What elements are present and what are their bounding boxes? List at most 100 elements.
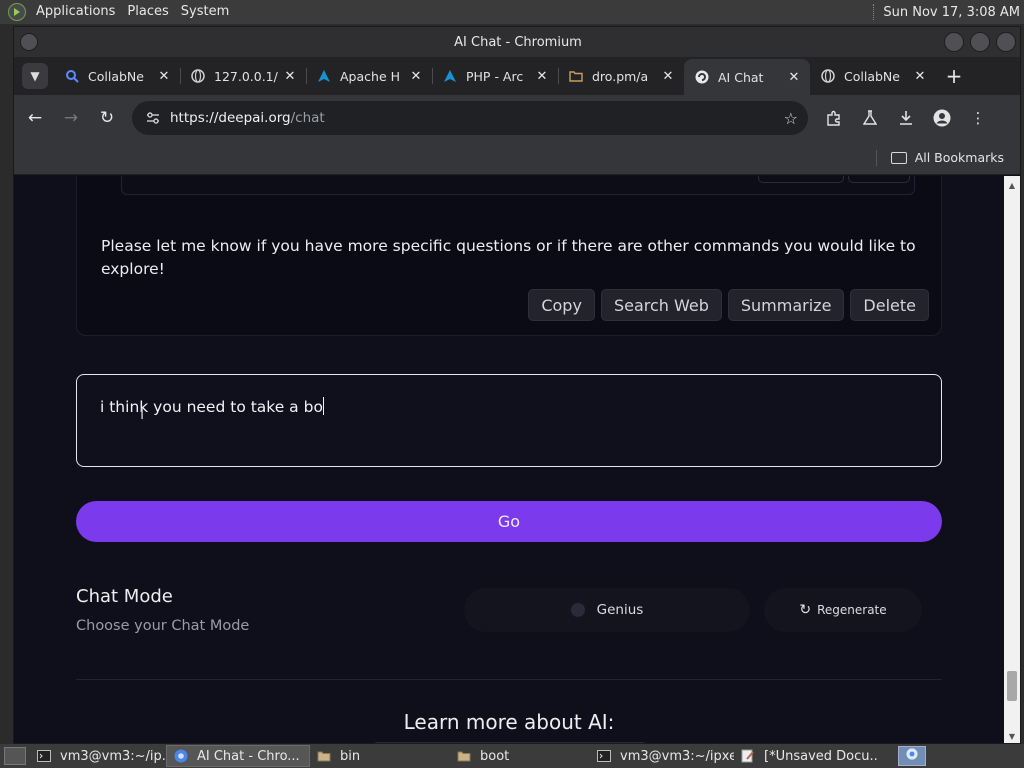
tab-apache[interactable]: Apache H ✕ <box>306 59 432 93</box>
code-action-button[interactable] <box>848 176 910 183</box>
ai-message-text: Please let me know if you have more spec… <box>101 237 916 278</box>
chromium-icon <box>173 749 189 763</box>
terminal-icon <box>596 749 612 763</box>
distro-logo-icon[interactable] <box>8 3 26 21</box>
mode-radio-icon <box>570 603 585 617</box>
minimize-button[interactable] <box>944 32 964 52</box>
summarize-button[interactable]: Summarize <box>727 289 845 321</box>
folder-icon <box>568 68 584 84</box>
applications-menu[interactable]: Applications <box>30 0 121 24</box>
text-caret <box>322 397 324 415</box>
task-label: AI Chat - Chro... <box>197 748 300 764</box>
url-host: https://deepai.org <box>170 110 291 126</box>
folder-icon <box>316 749 332 763</box>
scroll-thumb[interactable] <box>1007 671 1017 701</box>
folder-icon <box>456 749 472 763</box>
close-icon[interactable]: ✕ <box>156 68 172 84</box>
genius-mode-option[interactable]: Genius <box>464 588 750 632</box>
browser-window: AI Chat - Chromium ▼ CollabNe ✕ 127.0.0.… <box>13 26 1021 744</box>
window-title: AI Chat - Chromium <box>454 34 582 50</box>
clock[interactable]: Sun Nov 17, 3:08 AM <box>883 5 1020 20</box>
folder-icon <box>890 151 907 164</box>
site-settings-icon[interactable] <box>144 109 162 127</box>
tab-title: PHP - Arc <box>466 68 524 84</box>
regenerate-button[interactable]: ↻ Regenerate <box>764 588 922 632</box>
tab-php[interactable]: PHP - Arc ✕ <box>432 59 558 93</box>
delete-button[interactable]: Delete <box>850 289 929 321</box>
close-icon[interactable]: ✕ <box>534 68 550 84</box>
tab-search-button[interactable]: ▼ <box>22 63 48 89</box>
page-viewport: Please let me know if you have more spec… <box>14 176 1006 743</box>
taskbar-item-bin[interactable]: bin <box>310 745 450 767</box>
search-web-button[interactable]: Search Web <box>600 289 722 321</box>
workspace-switcher[interactable] <box>898 746 926 766</box>
task-label: vm3@vm3:~/ipxe <box>620 748 734 764</box>
address-bar[interactable]: https://deepai.org/chat ☆ <box>132 101 808 135</box>
code-copy-button[interactable] <box>758 176 844 183</box>
new-tab-button[interactable]: + <box>940 62 968 90</box>
scroll-up-icon[interactable]: ▲ <box>1004 178 1020 192</box>
show-desktop-button[interactable] <box>4 747 26 765</box>
labs-flask-icon[interactable] <box>852 103 888 133</box>
copy-button[interactable]: Copy <box>528 289 595 321</box>
window-menu-button[interactable] <box>20 33 38 51</box>
code-block <box>121 176 915 195</box>
close-icon[interactable]: ✕ <box>408 68 424 84</box>
places-menu[interactable]: Places <box>121 0 174 24</box>
chat-input[interactable]: i think you need to take a bo <box>76 374 942 467</box>
globe-icon <box>190 68 206 84</box>
maximize-button[interactable] <box>970 32 990 52</box>
bookmarks-separator <box>875 149 877 166</box>
scroll-down-icon[interactable]: ▼ <box>1004 729 1020 743</box>
tab-localhost[interactable]: 127.0.0.1/ ✕ <box>180 59 306 93</box>
close-icon[interactable]: ✕ <box>282 68 298 84</box>
learn-more-heading: Learn more about AI: <box>403 710 615 734</box>
download-icon[interactable] <box>888 103 924 133</box>
tab-title: Apache H <box>340 68 401 84</box>
close-icon[interactable]: ✕ <box>786 69 802 85</box>
back-button[interactable]: ← <box>20 103 50 133</box>
tab-dropm[interactable]: dro.pm/a ✕ <box>558 59 684 93</box>
tab-ai-chat[interactable]: AI Chat ✕ <box>684 59 810 95</box>
taskbar-item-terminal-1[interactable]: vm3@vm3:~/ip... <box>30 745 166 767</box>
taskbar-item-text-editor[interactable]: [*Unsaved Docu... <box>734 745 878 767</box>
tab-title: dro.pm/a <box>592 68 649 84</box>
window-titlebar[interactable]: AI Chat - Chromium <box>14 27 1020 57</box>
profile-avatar-icon[interactable] <box>924 103 960 133</box>
bottom-taskbar: vm3@vm3:~/ip... AI Chat - Chro... bin bo… <box>0 744 1024 768</box>
more-menu-icon[interactable]: ⋮ <box>960 103 996 133</box>
reload-icon: ↻ <box>99 108 115 128</box>
reload-button[interactable]: ↻ <box>92 103 122 133</box>
tab-collabnet-2[interactable]: CollabNe ✕ <box>810 59 936 93</box>
tab-collabnet[interactable]: CollabNe ✕ <box>54 59 180 93</box>
taskbar-item-terminal-2[interactable]: vm3@vm3:~/ipxe <box>590 745 734 767</box>
all-bookmarks-button[interactable]: All Bookmarks <box>915 150 1004 165</box>
page-scrollbar[interactable]: ▲ ▼ <box>1004 176 1020 743</box>
arrow-left-icon: ← <box>27 108 43 128</box>
arch-icon <box>442 68 458 84</box>
close-window-button[interactable] <box>996 32 1016 52</box>
task-label: vm3@vm3:~/ip... <box>60 748 166 764</box>
tab-title: CollabNe <box>88 68 144 84</box>
chat-input-text: i think you need to take a bo <box>100 398 323 416</box>
bookmarks-bar: All Bookmarks <box>14 141 1020 175</box>
ai-message-card: Please let me know if you have more spec… <box>76 176 942 336</box>
forward-button[interactable]: → <box>56 103 86 133</box>
tab-strip: ▼ CollabNe ✕ 127.0.0.1/ ✕ Apache H ✕ PHP… <box>14 57 1020 95</box>
system-menu[interactable]: System <box>175 0 235 24</box>
taskbar-item-boot[interactable]: boot <box>450 745 590 767</box>
tab-title: AI Chat <box>718 69 764 85</box>
extensions-icon[interactable] <box>816 103 852 133</box>
chat-mode-title: Chat Mode <box>76 586 173 607</box>
arrow-right-icon: → <box>63 108 79 128</box>
close-icon[interactable]: ✕ <box>912 68 928 84</box>
taskbar-item-chromium[interactable]: AI Chat - Chro... <box>166 745 310 767</box>
arch-icon <box>316 68 332 84</box>
go-button[interactable]: Go <box>76 501 942 542</box>
close-icon[interactable]: ✕ <box>660 68 676 84</box>
bookmark-star-icon[interactable]: ☆ <box>784 109 798 128</box>
regenerate-label: Regenerate <box>817 603 887 617</box>
mode-option-label: Genius <box>596 602 644 618</box>
search-icon <box>64 68 80 84</box>
text-editor-icon <box>740 749 756 763</box>
